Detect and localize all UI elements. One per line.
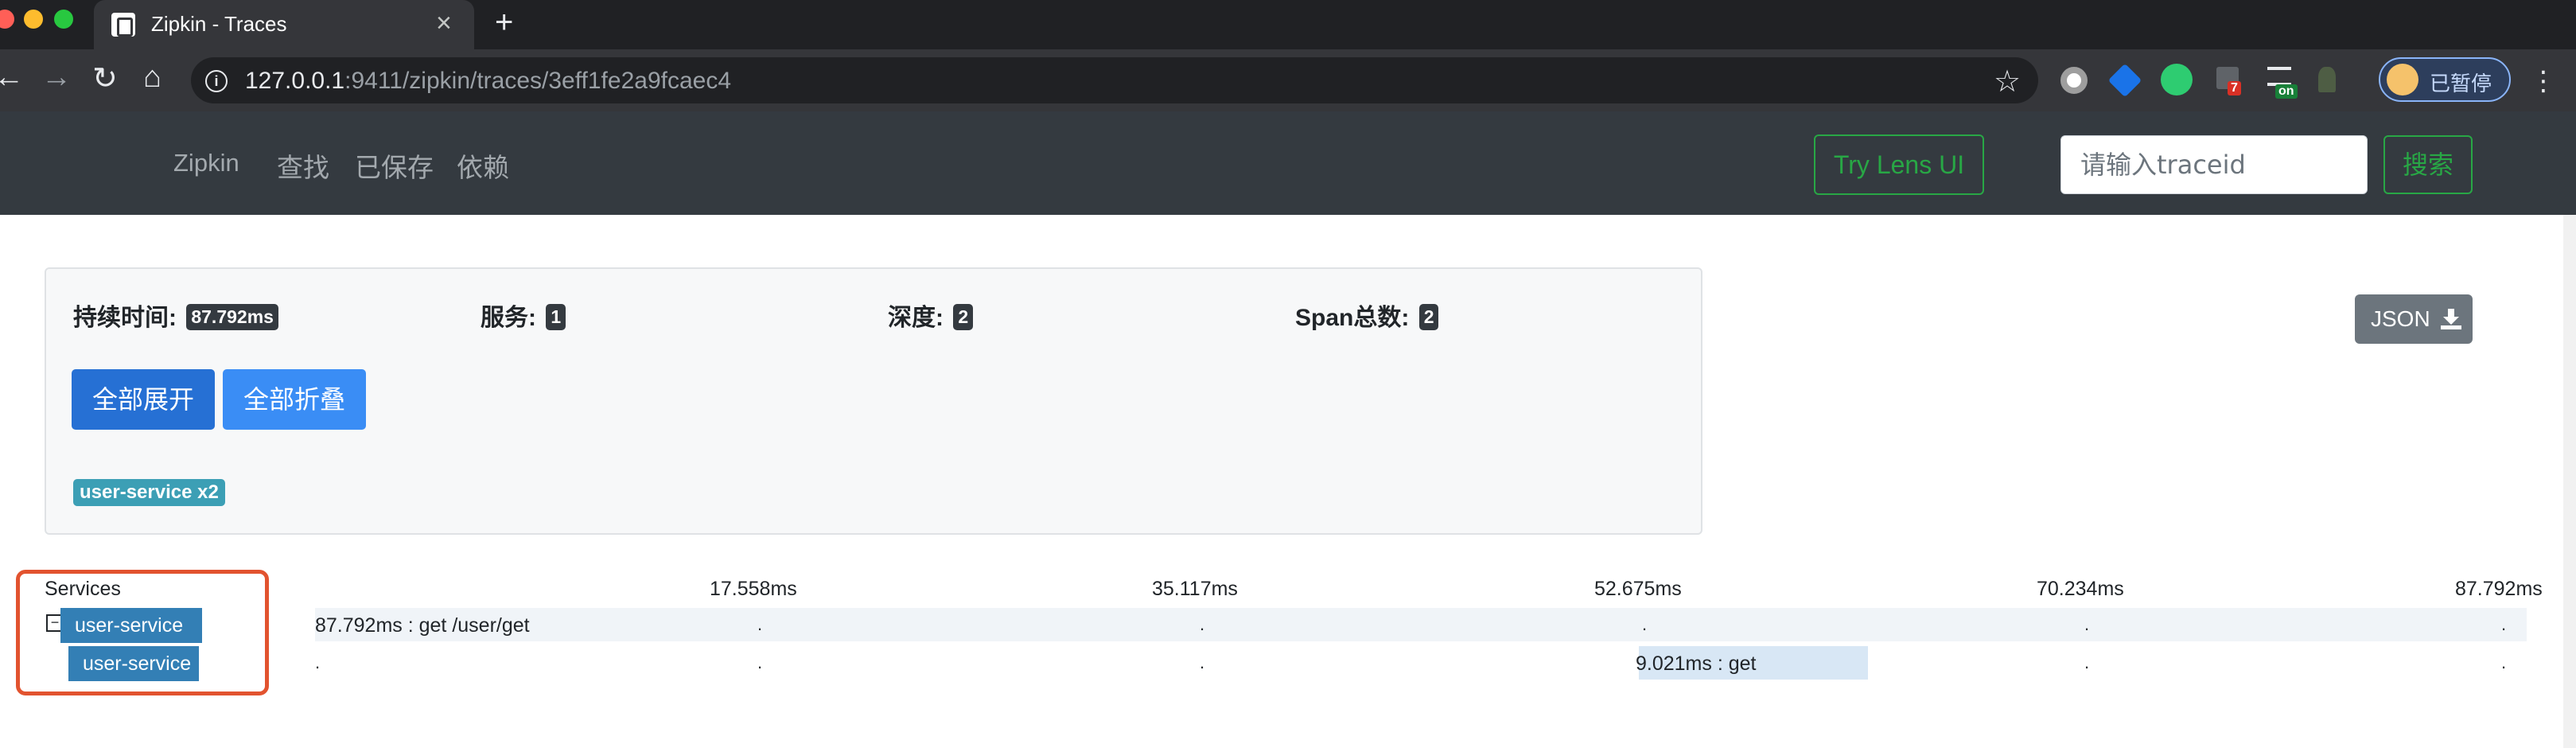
- lamp-extension-icon[interactable]: [2318, 67, 2336, 92]
- tab-title: Zipkin - Traces: [151, 12, 287, 36]
- try-lens-ui-button[interactable]: Try Lens UI: [1814, 134, 1984, 195]
- timeline-tick: 87.792ms: [2455, 578, 2543, 600]
- depth-badge: 2: [953, 304, 974, 330]
- home-icon[interactable]: ⌂: [143, 60, 161, 95]
- nav-link-find[interactable]: 查找: [277, 146, 329, 185]
- avatar: [2387, 64, 2418, 95]
- grid-dot: .: [2501, 614, 2507, 634]
- span-row-root-background: [315, 608, 2527, 641]
- json-button-label: JSON: [2371, 306, 2430, 331]
- browser-tab-bar: Zipkin - Traces × +: [0, 0, 2576, 49]
- zipkin-favicon-icon: [111, 13, 135, 37]
- browser-toolbar: ← → ↻ ⌂ i 127.0.0.1:9411/zipkin/traces/3…: [0, 49, 2576, 111]
- grid-dot: .: [1642, 614, 1648, 634]
- window-close-button[interactable]: [0, 10, 14, 29]
- grid-dot: .: [2501, 653, 2507, 672]
- depth-label: 深度:: [888, 305, 944, 331]
- expand-all-button[interactable]: 全部展开: [72, 369, 215, 430]
- diamond-extension-icon[interactable]: [2107, 63, 2142, 98]
- grid-extension-icon[interactable]: 7: [2216, 67, 2241, 95]
- forward-arrow-icon[interactable]: →: [41, 60, 72, 95]
- site-info-icon[interactable]: i: [205, 70, 228, 92]
- page-scrollbar[interactable]: [2563, 215, 2576, 748]
- grid-dot: .: [1200, 653, 1205, 672]
- services-badge: 1: [546, 304, 566, 330]
- timeline-tick: 35.117ms: [1152, 578, 1238, 600]
- app-navbar: Zipkin 查找 已保存 依赖 Try Lens UI 搜索: [0, 111, 2576, 215]
- traceid-search-input[interactable]: [2060, 135, 2368, 194]
- timeline-tick: 17.558ms: [710, 578, 797, 600]
- url-text[interactable]: 127.0.0.1:9411/zipkin/traces/3eff1fe2a9f…: [245, 68, 731, 95]
- span-duration-label[interactable]: 87.792ms : get /user/get: [315, 614, 530, 637]
- services-label: 服务:: [481, 305, 536, 331]
- back-arrow-icon[interactable]: ←: [0, 60, 24, 95]
- grid-dot: .: [1200, 614, 1205, 634]
- browser-menu-icon[interactable]: ⋮: [2530, 65, 2557, 97]
- extension-badge-count: 7: [2228, 81, 2241, 95]
- extension-badge-on: on: [2275, 84, 2298, 99]
- address-bar[interactable]: i 127.0.0.1:9411/zipkin/traces/3eff1fe2a…: [191, 57, 2038, 103]
- profile-button[interactable]: 已暂停: [2379, 57, 2511, 102]
- window-minimize-button[interactable]: [24, 10, 43, 29]
- grid-dot: .: [2084, 653, 2090, 672]
- annotation-highlight-box: [16, 570, 269, 695]
- brand-link[interactable]: Zipkin: [173, 149, 239, 177]
- grid-dot: .: [315, 653, 321, 672]
- download-icon: [2441, 309, 2461, 329]
- list-extension-icon[interactable]: on: [2267, 67, 2298, 99]
- timeline-tick: 52.675ms: [1594, 578, 1682, 600]
- trace-summary-card: 持续时间: 87.792ms 服务: 1 深度: 2 Span总数: 2 全部展…: [45, 267, 1702, 535]
- collapse-all-button[interactable]: 全部折叠: [223, 369, 366, 430]
- services-stat: 服务: 1: [481, 298, 566, 333]
- new-tab-icon[interactable]: +: [495, 5, 513, 41]
- nav-link-dependencies[interactable]: 依赖: [457, 146, 509, 185]
- grid-dot: .: [757, 614, 763, 634]
- profile-label: 已暂停: [2430, 72, 2492, 95]
- span-count-badge: 2: [1418, 304, 1439, 330]
- span-duration-label[interactable]: 9.021ms : get: [1636, 653, 1756, 676]
- nav-link-saved[interactable]: 已保存: [355, 146, 434, 185]
- duration-label: 持续时间:: [73, 305, 177, 331]
- json-download-button[interactable]: JSON: [2355, 294, 2473, 344]
- browser-tab[interactable]: Zipkin - Traces ×: [94, 0, 474, 49]
- search-button[interactable]: 搜索: [2383, 135, 2473, 194]
- span-count-stat: Span总数: 2: [1295, 298, 1439, 333]
- grid-dot: .: [757, 653, 763, 672]
- window-maximize-button[interactable]: [54, 10, 73, 29]
- reload-icon[interactable]: ↻: [92, 60, 118, 96]
- record-extension-icon[interactable]: [2060, 67, 2088, 94]
- span-count-label: Span总数:: [1295, 305, 1410, 331]
- tab-close-icon[interactable]: ×: [436, 8, 452, 39]
- grid-dot: .: [2084, 614, 2090, 634]
- duration-stat: 持续时间: 87.792ms: [73, 298, 278, 333]
- bookmark-star-icon[interactable]: ☆: [1994, 64, 2021, 99]
- duration-badge: 87.792ms: [186, 304, 278, 330]
- service-filter-pill[interactable]: user-service x2: [73, 479, 225, 506]
- depth-stat: 深度: 2: [888, 298, 974, 333]
- vue-extension-icon[interactable]: [2161, 64, 2193, 95]
- timeline-tick: 70.234ms: [2037, 578, 2124, 600]
